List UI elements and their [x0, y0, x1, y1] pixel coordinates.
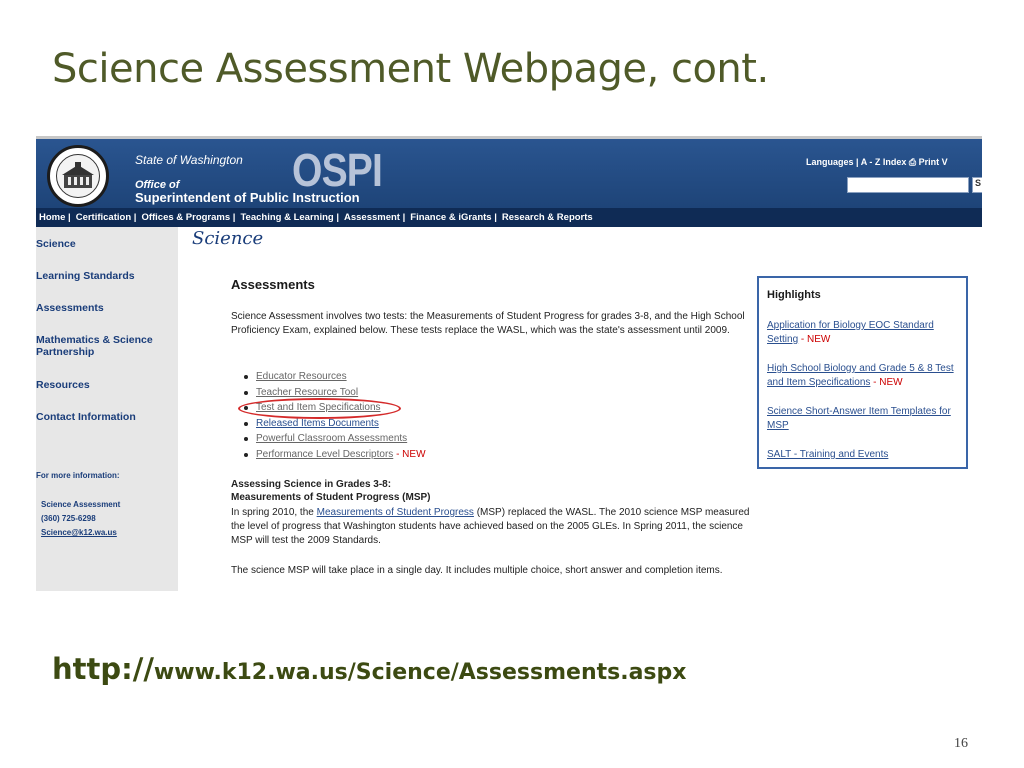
- highlight-item: Science Short-Answer Item Templates for …: [767, 405, 962, 433]
- new-badge: - NEW: [396, 448, 426, 460]
- link-powerful-classroom-assessments[interactable]: Powerful Classroom Assessments: [256, 433, 407, 444]
- msp-paragraph: In spring 2010, the Measurements of Stud…: [231, 506, 751, 548]
- page-number: 16: [954, 736, 968, 751]
- msp-heading-line-2: Measurements of Student Progress (MSP): [231, 492, 431, 503]
- state-seal-icon: [47, 145, 109, 207]
- highlights-box: Highlights Application for Biology EOC S…: [757, 276, 968, 469]
- slide-title: Science Assessment Webpage, cont.: [52, 46, 769, 92]
- msp-text-a: In spring 2010, the: [231, 507, 317, 518]
- sidebar-item-resources[interactable]: Resources: [36, 379, 176, 391]
- intro-paragraph: Science Assessment involves two tests: t…: [231, 311, 745, 336]
- sidebar-item-science[interactable]: Science: [36, 238, 176, 250]
- msp-day-paragraph: The science MSP will take place in a sin…: [231, 565, 723, 576]
- sidebar-item-math-science-partnership[interactable]: Mathematics & Science Partnership: [36, 334, 176, 358]
- link-performance-level-descriptors[interactable]: Performance Level Descriptors: [256, 449, 393, 460]
- capitol-building-icon: [62, 162, 94, 188]
- link-short-answer-templates[interactable]: Science Short-Answer Item Templates for …: [767, 406, 951, 431]
- sidebar-item-assessments[interactable]: Assessments: [36, 302, 176, 314]
- url-prefix: http://: [52, 652, 154, 686]
- nav-assessment[interactable]: Assessment |: [344, 212, 405, 223]
- link-hs-biology-specifications[interactable]: High School Biology and Grade 5 & 8 Test…: [767, 363, 954, 388]
- url-path: www.k12.wa.us/Science/Assessments.aspx: [153, 660, 687, 685]
- link-released-items-documents[interactable]: Released Items Documents: [256, 418, 379, 429]
- link-educator-resources[interactable]: Educator Resources: [256, 371, 347, 382]
- page-url[interactable]: http://www.k12.wa.us/Science/Assessments…: [52, 652, 686, 686]
- link-biology-eoc-standard-setting[interactable]: Application for Biology EOC Standard Set…: [767, 320, 934, 345]
- sidebar-item-contact-information[interactable]: Contact Information: [36, 411, 176, 423]
- contact-phone: (360) 725-6298: [41, 514, 96, 523]
- nav-offices-programs[interactable]: Offices & Programs |: [141, 212, 235, 223]
- nav-home[interactable]: Home |: [39, 212, 71, 223]
- highlights-title: Highlights: [767, 289, 821, 301]
- new-badge: - NEW: [800, 334, 831, 345]
- search-button[interactable]: S: [972, 177, 982, 193]
- state-name: State of Washington: [135, 153, 243, 167]
- utility-links[interactable]: Languages | A - Z Index ⎙ Print V: [806, 157, 948, 168]
- msp-heading: Assessing Science in Grades 3-8: Measure…: [231, 478, 751, 504]
- list-item: Performance Level Descriptors - NEW: [244, 447, 426, 463]
- new-badge: - NEW: [873, 377, 903, 388]
- nav-research-reports[interactable]: Research & Reports: [502, 212, 593, 223]
- site-header: State of Washington Office of Superinten…: [36, 136, 982, 208]
- nav-certification[interactable]: Certification |: [76, 212, 137, 223]
- red-annotation-circle: [238, 398, 401, 419]
- list-item: Powerful Classroom Assessments: [244, 431, 426, 447]
- more-info-label: For more information:: [36, 471, 120, 480]
- nav-teaching-learning[interactable]: Teaching & Learning |: [240, 212, 339, 223]
- webpage-screenshot: State of Washington Office of Superinten…: [36, 136, 982, 591]
- list-item: Educator Resources: [244, 369, 426, 385]
- link-teacher-resource-tool[interactable]: Teacher Resource Tool: [256, 387, 358, 398]
- highlight-item: Application for Biology EOC Standard Set…: [767, 319, 962, 347]
- msp-heading-line-1: Assessing Science in Grades 3-8:: [231, 479, 392, 490]
- search-input[interactable]: [847, 177, 969, 193]
- sidebar: Science Learning Standards Assessments M…: [36, 227, 178, 591]
- section-logo: Science: [192, 228, 264, 249]
- link-salt-training-events[interactable]: SALT - Training and Events: [767, 449, 888, 460]
- link-measurements-of-student-progress[interactable]: Measurements of Student Progress: [317, 507, 474, 518]
- contact-email-link[interactable]: Science@k12.wa.us: [41, 528, 117, 537]
- highlight-item: SALT - Training and Events: [767, 448, 962, 462]
- ospi-logo[interactable]: OSPI: [292, 143, 383, 197]
- sidebar-item-learning-standards[interactable]: Learning Standards: [36, 270, 176, 282]
- main-nav: Home | Certification | Offices & Program…: [36, 208, 982, 227]
- highlight-item: High School Biology and Grade 5 & 8 Test…: [767, 362, 962, 390]
- nav-finance-igrants[interactable]: Finance & iGrants |: [410, 212, 497, 223]
- assessments-heading: Assessments: [231, 277, 315, 292]
- contact-name: Science Assessment: [41, 500, 121, 509]
